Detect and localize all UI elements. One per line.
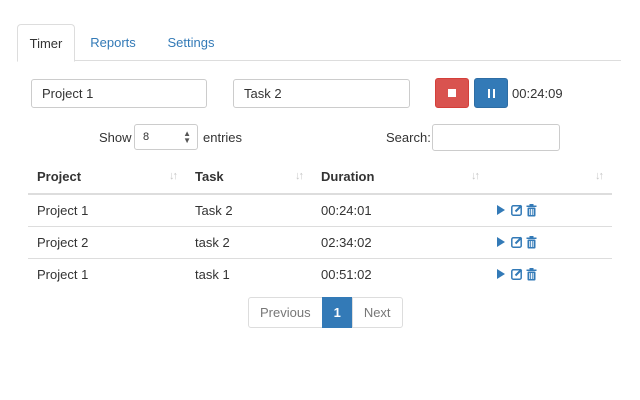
entries-select-value: 8: [143, 131, 150, 143]
entries-table: Project ↓↑ Task ↓↑ Duration ↓↑ ↓↑ Projec…: [28, 160, 612, 290]
stop-button[interactable]: [435, 78, 469, 108]
pagination: Previous 1 Next: [248, 297, 403, 328]
column-header-actions[interactable]: ↓↑: [488, 160, 612, 195]
cell-actions: [488, 258, 612, 290]
trash-icon[interactable]: [526, 235, 537, 249]
sort-icon: ↓↑: [471, 170, 480, 182]
cell-actions: [488, 226, 612, 259]
table-header-row: Project ↓↑ Task ↓↑ Duration ↓↑ ↓↑: [28, 160, 612, 195]
play-icon[interactable]: [497, 205, 505, 216]
tab-timer[interactable]: Timer: [17, 24, 75, 62]
cell-task: task 1: [195, 266, 230, 282]
tab-bar: Timer Reports Settings: [17, 24, 621, 62]
task-input[interactable]: [233, 79, 410, 108]
cell-duration: 00:51:02: [321, 266, 372, 282]
page-1-button[interactable]: 1: [321, 297, 353, 328]
elapsed-time: 00:24:09: [512, 86, 563, 101]
column-header-task[interactable]: Task ↓↑: [186, 160, 312, 195]
previous-page-button[interactable]: Previous: [248, 297, 323, 328]
cell-project: Project 1: [28, 194, 186, 227]
play-icon[interactable]: [497, 237, 505, 247]
column-header-label: Duration: [321, 169, 375, 184]
column-header-label: Task: [195, 169, 224, 184]
cell-project: Project 2: [28, 226, 186, 259]
pause-button[interactable]: [474, 78, 508, 108]
cell-task: task 2: [186, 226, 312, 259]
trash-icon[interactable]: [526, 267, 537, 281]
table-row: Project 1 task 1 00:51:02: [28, 258, 612, 290]
edit-icon[interactable]: [511, 204, 523, 217]
column-header-label: Project: [37, 169, 82, 184]
search-input[interactable]: [432, 124, 560, 151]
trash-icon[interactable]: [526, 203, 537, 217]
entries-select[interactable]: 8 ▲ ▼: [134, 124, 198, 150]
column-header-project[interactable]: Project ↓↑: [28, 160, 186, 195]
chevron-updown-icon: ▲ ▼: [183, 129, 191, 145]
table-row: Project 2 task 2 02:34:02: [28, 226, 612, 259]
search-label: Search:: [386, 130, 431, 145]
table-row: Project 1 Task 2 00:24:01: [28, 194, 612, 227]
show-label: Show: [99, 130, 132, 145]
sort-icon: ↓↑: [595, 170, 604, 182]
pause-icon: [487, 88, 495, 98]
stop-icon: [448, 89, 456, 97]
sort-icon: ↓↑: [295, 170, 304, 182]
next-page-button[interactable]: Next: [351, 297, 403, 328]
entries-label: entries: [203, 130, 243, 145]
cell-project: Project 1: [37, 266, 89, 282]
edit-icon[interactable]: [511, 236, 523, 248]
cell-task: Task 2: [186, 194, 312, 227]
edit-icon[interactable]: [511, 268, 523, 281]
sort-icon: ↓↑: [169, 170, 178, 182]
tab-settings[interactable]: Settings: [153, 24, 229, 61]
tab-reports[interactable]: Reports: [79, 24, 147, 61]
column-header-duration[interactable]: Duration ↓↑: [312, 160, 488, 195]
project-input[interactable]: [31, 79, 207, 108]
play-icon[interactable]: [497, 269, 505, 280]
cell-duration: 00:24:01: [312, 194, 488, 227]
cell-actions: [488, 194, 612, 227]
cell-duration: 02:34:02: [312, 226, 488, 259]
